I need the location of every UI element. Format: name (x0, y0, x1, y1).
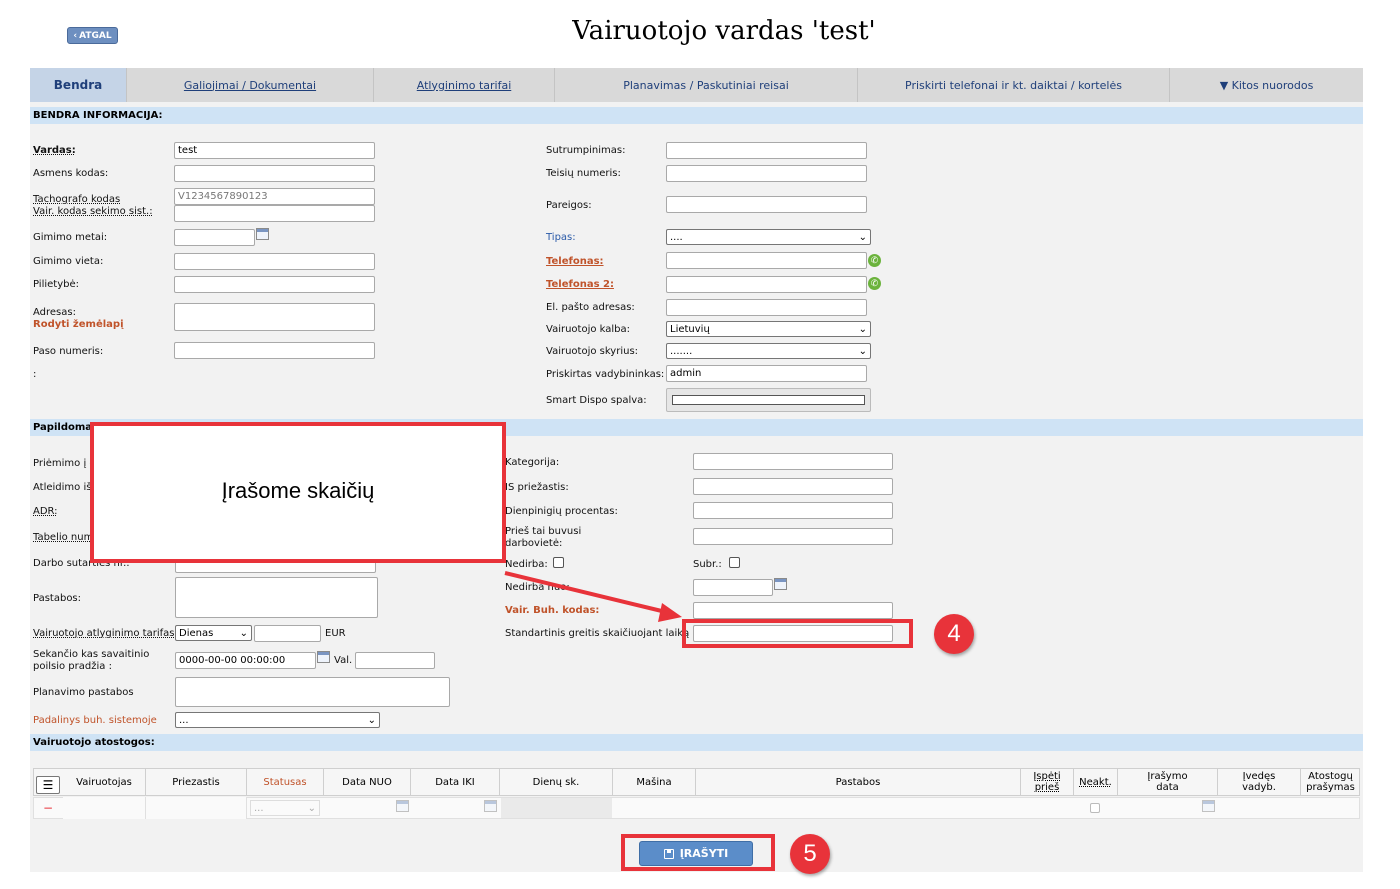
annotation-highlight-save (621, 834, 775, 871)
annotation-highlight-greitis (682, 619, 913, 648)
annotation-badge-5: 5 (790, 834, 830, 874)
annotation-arrow (504, 571, 682, 622)
annotation-badge-4: 4 (934, 614, 974, 654)
